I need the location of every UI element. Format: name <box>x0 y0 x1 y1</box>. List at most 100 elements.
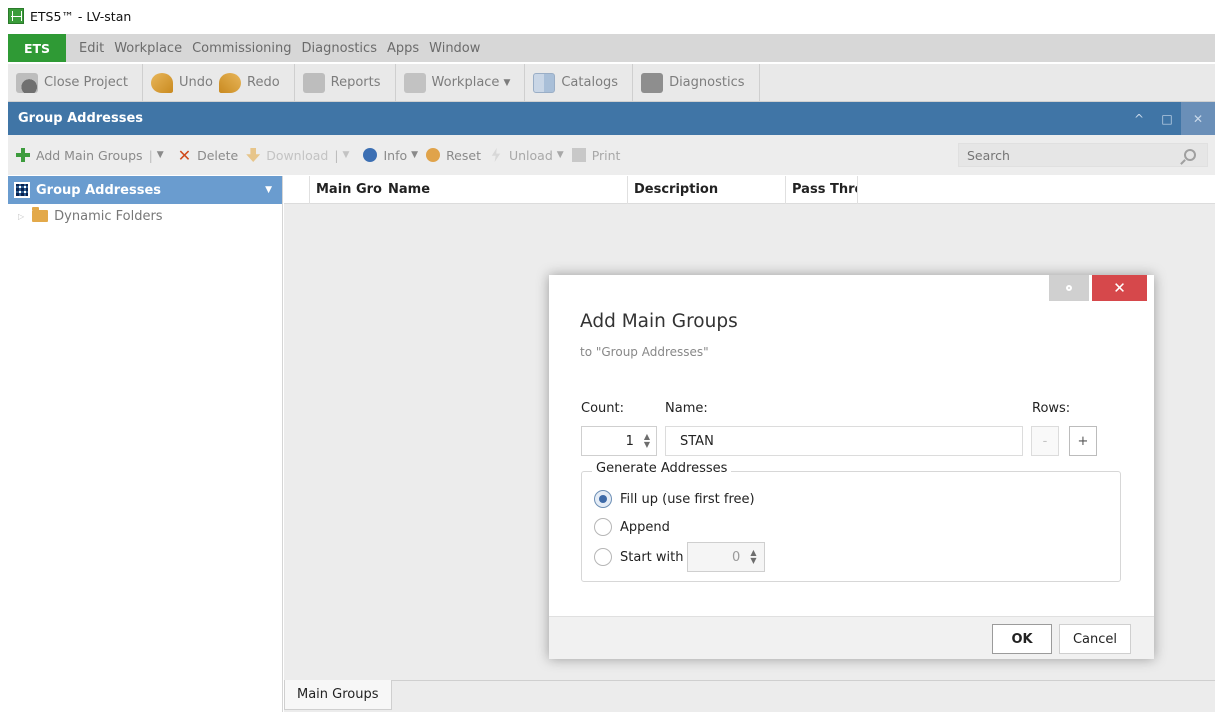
close-icon[interactable]: ✕ <box>1181 102 1215 135</box>
download-button[interactable]: Download | ▼ <box>246 148 349 163</box>
radio-button[interactable] <box>594 548 612 566</box>
close-project-label: Close Project <box>44 75 129 90</box>
redo-button[interactable]: Redo <box>219 72 280 93</box>
workplace-icon <box>403 72 426 93</box>
search-input[interactable] <box>959 147 1174 163</box>
catalogs-label: Catalogs <box>561 75 619 90</box>
window-title: ETS5™ - LV-stan <box>30 8 132 24</box>
close-project-button[interactable]: Close Project <box>16 72 129 93</box>
plus-icon <box>16 148 30 162</box>
search-box[interactable] <box>958 143 1208 167</box>
delete-button[interactable]: ✕ Delete <box>178 146 238 165</box>
expand-arrow-icon[interactable]: ▷ <box>18 212 24 221</box>
tree-root-item[interactable]: Group Addresses ▼ <box>8 176 282 204</box>
reports-button[interactable]: Reports <box>302 72 381 93</box>
workplace-button[interactable]: Workplace ▼ <box>403 72 511 93</box>
menu-diagnostics[interactable]: Diagnostics <box>297 41 382 56</box>
dialog-subtitle: to "Group Addresses" <box>580 345 709 359</box>
tab-main-groups[interactable]: Main Groups <box>284 680 392 710</box>
radio-append-label: Append <box>620 519 670 535</box>
panel-title: Group Addresses <box>18 111 144 126</box>
column-header-main-group[interactable]: Main Grou <box>310 176 382 204</box>
chevron-down-icon[interactable]: ▼ <box>157 150 164 160</box>
undo-icon <box>151 72 174 93</box>
rows-minus-button[interactable]: - <box>1031 426 1059 456</box>
info-icon <box>363 148 378 162</box>
radio-append[interactable]: Append <box>594 518 670 536</box>
group-addresses-icon <box>14 182 30 198</box>
tree-item-dynamic-folders[interactable]: ▷ Dynamic Folders <box>8 204 282 228</box>
folder-icon <box>32 207 49 222</box>
chevron-down-icon: ▼ <box>411 150 419 160</box>
download-label: Download <box>266 147 329 163</box>
pin-button[interactable] <box>1049 275 1089 301</box>
menu-ets[interactable]: ETS <box>8 34 66 62</box>
print-label: Print <box>591 147 621 163</box>
chevron-down-icon[interactable]: ▼ <box>265 185 272 195</box>
menu-workplace[interactable]: Workplace <box>109 41 187 56</box>
column-header-pass-through[interactable]: Pass Throu <box>786 175 858 204</box>
column-header-description[interactable]: Description <box>628 175 786 204</box>
search-icon[interactable] <box>1184 149 1196 161</box>
delete-x-icon: ✕ <box>177 145 192 165</box>
reset-label: Reset <box>446 147 481 163</box>
reports-label: Reports <box>330 75 381 90</box>
start-with-stepper[interactable]: 0 ▲ ▼ <box>687 542 766 572</box>
chevron-down-icon[interactable]: ▼ <box>343 150 350 160</box>
menu-commissioning[interactable]: Commissioning <box>187 41 296 56</box>
chevron-down-icon: ▼ <box>503 77 511 88</box>
download-icon <box>246 148 261 162</box>
count-value: 1 <box>625 433 634 449</box>
reset-icon <box>426 148 441 162</box>
redo-label: Redo <box>247 75 280 90</box>
menu-apps[interactable]: Apps <box>382 41 424 56</box>
undo-button[interactable]: Undo <box>151 72 213 93</box>
diagnostics-button[interactable]: Diagnostics <box>641 72 745 93</box>
unload-button[interactable]: Unload ▼ <box>489 148 564 163</box>
count-stepper[interactable]: 1 ▲ ▼ <box>581 426 657 456</box>
generate-addresses-legend: Generate Addresses <box>592 461 732 476</box>
menu-window[interactable]: Window <box>424 41 485 56</box>
bottom-tab-bar: Main Groups <box>284 680 1215 712</box>
radio-fill-up-label: Fill up (use first free) <box>620 491 755 507</box>
radio-button[interactable] <box>594 518 612 536</box>
print-button[interactable]: Print <box>571 147 621 163</box>
row-selector-column <box>284 175 310 204</box>
chevron-down-icon: ▼ <box>556 150 564 160</box>
start-with-value: 0 <box>732 549 741 565</box>
divider: | <box>148 147 153 163</box>
dialog-close-button[interactable]: ✕ <box>1092 275 1147 301</box>
ets-app-icon <box>8 8 24 24</box>
diagnostics-label: Diagnostics <box>669 75 745 90</box>
radio-button-checked[interactable] <box>594 490 612 508</box>
unload-label: Unload <box>508 147 553 163</box>
name-field[interactable] <box>665 426 1023 456</box>
column-header-name[interactable]: Name <box>382 175 628 204</box>
rows-label: Rows: <box>1032 401 1071 416</box>
radio-start-with[interactable]: Start with 0 ▲ ▼ <box>594 542 766 572</box>
workplace-label: Workplace <box>431 75 500 90</box>
dialog-footer: OK Cancel <box>549 616 1154 659</box>
info-button[interactable]: Info ▼ <box>363 148 418 163</box>
spin-arrows-icon[interactable]: ▲ ▼ <box>750 549 756 565</box>
catalogs-icon <box>533 72 556 93</box>
panel-toolbar: Add Main Groups | ▼ ✕ Delete Download | … <box>8 135 1215 175</box>
rows-plus-button[interactable]: + <box>1069 426 1097 456</box>
tree-item-label: Dynamic Folders <box>54 208 163 224</box>
add-main-groups-label: Add Main Groups <box>36 147 143 163</box>
menu-edit[interactable]: Edit <box>74 41 109 56</box>
catalogs-button[interactable]: Catalogs <box>533 72 619 93</box>
diagnostics-icon <box>641 72 664 93</box>
main-toolbar: Close Project Undo Redo Reports Workplac… <box>8 63 1215 102</box>
collapse-icon[interactable]: ^ <box>1125 102 1153 135</box>
maximize-icon[interactable]: □ <box>1153 102 1181 135</box>
radio-fill-up[interactable]: Fill up (use first free) <box>594 490 755 508</box>
delete-label: Delete <box>197 147 239 163</box>
cancel-button[interactable]: Cancel <box>1059 624 1131 654</box>
menu-bar: ETS Edit Workplace Commissioning Diagnos… <box>8 34 1215 62</box>
add-main-groups-button[interactable]: Add Main Groups | ▼ <box>16 148 164 163</box>
ok-button[interactable]: OK <box>992 624 1052 654</box>
reset-button[interactable]: Reset <box>426 148 481 163</box>
grid-header: Main Grou Name Description Pass Throu <box>284 175 1215 204</box>
spin-arrows-icon[interactable]: ▲ ▼ <box>644 433 650 449</box>
